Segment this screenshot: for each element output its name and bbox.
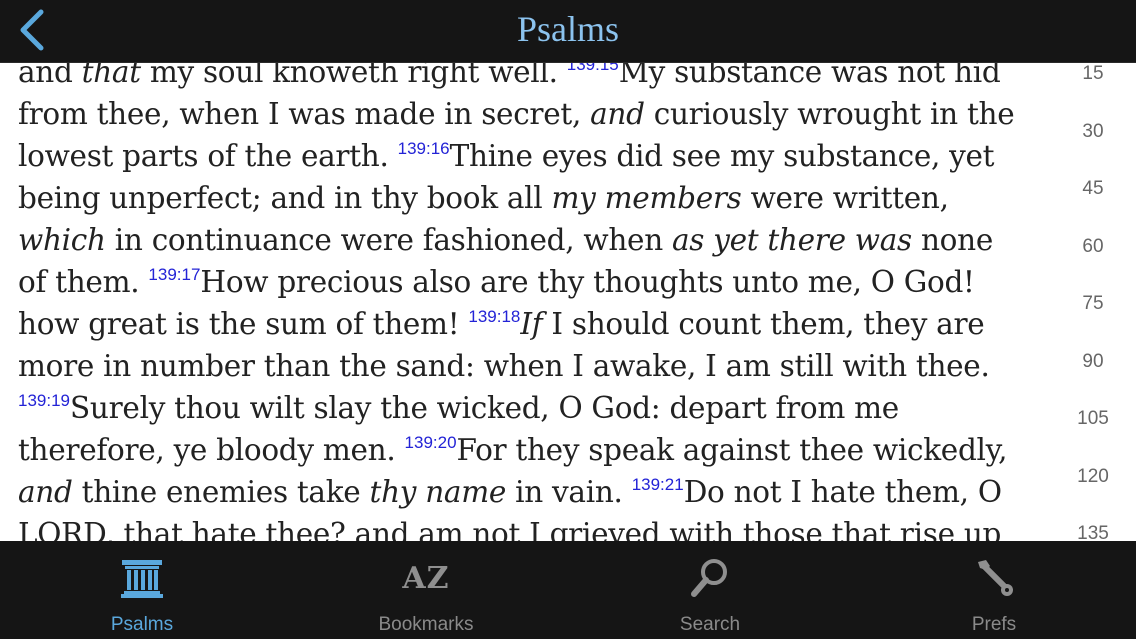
text-line: LORD, that hate thee? and am not I griev… <box>18 517 1001 541</box>
text-line: of them. 139:17How precious also are thy… <box>18 265 975 299</box>
line-number: 135 <box>1077 523 1109 541</box>
verse-text: how great is the sum of them! <box>18 307 469 341</box>
verse-text: more in number than the sand: when I awa… <box>18 349 990 383</box>
verse-reference[interactable]: 139:16 <box>398 139 450 158</box>
az-icon: AZ <box>401 557 451 599</box>
verse-reference[interactable]: 139:19 <box>18 391 70 410</box>
verse-text: were written, <box>741 181 949 215</box>
verse-text: in continuance were fashioned, when <box>105 223 672 257</box>
text-line: from thee, when I was made in secret, an… <box>18 97 1015 131</box>
line-number: 120 <box>1077 465 1109 487</box>
verse-text: in vain. <box>506 475 632 509</box>
verse-text: Thine eyes did see my substance, yet <box>449 139 995 173</box>
text-line: and that my soul knoweth right well. 139… <box>18 63 1001 89</box>
az-glyph: AZ <box>402 560 450 596</box>
line-number: 90 <box>1082 350 1104 372</box>
verse-text: thine enemies take <box>72 475 370 509</box>
magnifier-icon <box>685 557 735 599</box>
tab-prefs[interactable]: Prefs <box>852 541 1136 639</box>
text-line: and thine enemies take thy name in vain.… <box>18 475 1002 509</box>
text-line: how great is the sum of them! 139:18If I… <box>18 307 985 341</box>
text-line: therefore, ye bloody men. 139:20For they… <box>18 433 1008 467</box>
text-line: which in continuance were fashioned, whe… <box>18 223 993 257</box>
text-line: 139:19Surely thou wilt slay the wicked, … <box>18 391 899 425</box>
verse-text: LORD, that hate thee? and am not I griev… <box>18 517 1002 541</box>
verse-text: For they speak against thee wickedly, <box>456 433 1008 467</box>
verse-text: lowest parts of the earth. <box>18 139 398 173</box>
verse-text: my soul knoweth right well. <box>140 63 567 89</box>
text-line: more in number than the sand: when I awa… <box>18 349 990 383</box>
verse-text: therefore, ye bloody men. <box>18 433 405 467</box>
italic-text: as yet there was <box>672 223 912 257</box>
tab-label: Bookmarks <box>378 614 474 635</box>
verse-text: My substance was not hid <box>618 63 1001 89</box>
wrench-icon <box>969 557 1019 599</box>
page-title: Psalms <box>516 9 620 49</box>
verse-reference[interactable]: 139:20 <box>405 433 457 452</box>
tab-search[interactable]: Search <box>568 541 852 639</box>
line-number: 105 <box>1077 408 1109 429</box>
line-number: 60 <box>1082 235 1104 257</box>
verse-text: curiously wrought in the <box>644 97 1015 131</box>
italic-text: my members <box>551 181 742 215</box>
verse-reference[interactable]: 139:21 <box>632 475 684 494</box>
tab-psalms[interactable]: Psalms <box>0 541 284 639</box>
verse-reference[interactable]: 139:15 <box>567 63 619 74</box>
scripture-text-view[interactable]: and that my soul knoweth right well. 139… <box>0 63 1136 541</box>
line-number: 45 <box>1082 178 1104 199</box>
text-line: being unperfect; and in thy book all my … <box>18 181 949 215</box>
verse-text: How precious also are thy thoughts unto … <box>200 265 975 299</box>
italic-text: which <box>18 223 106 257</box>
italic-text: that <box>81 63 141 89</box>
italic-text: and <box>18 475 73 509</box>
verse-text: Do not I hate them, O <box>683 475 1002 509</box>
tab-label: Search <box>679 614 741 635</box>
verse-text: from thee, when I was made in secret, <box>18 97 591 131</box>
columns-icon <box>117 557 167 599</box>
verse-text: being unperfect; and in thy book all <box>18 181 552 215</box>
tab-bar: Psalms AZ Bookmarks Search Prefs <box>0 541 1136 639</box>
navigation-bar: Psalms <box>0 0 1136 63</box>
verse-text: and <box>18 63 82 89</box>
italic-text: If <box>520 307 543 341</box>
italic-text: and <box>590 97 645 131</box>
verse-text: of them. <box>18 265 149 299</box>
verse-text: I should count them, they are <box>542 307 985 341</box>
text-line: lowest parts of the earth. 139:16Thine e… <box>18 139 995 173</box>
line-number: 75 <box>1082 293 1104 314</box>
tab-label: Psalms <box>110 614 174 635</box>
tab-label: Prefs <box>971 614 1017 635</box>
verse-reference[interactable]: 139:17 <box>148 265 200 284</box>
tab-bookmarks[interactable]: AZ Bookmarks <box>284 541 568 639</box>
line-number: 30 <box>1082 120 1104 142</box>
verse-reference[interactable]: 139:18 <box>468 307 520 326</box>
verse-text: none <box>911 223 993 257</box>
line-number: 15 <box>1082 63 1104 84</box>
italic-text: thy name <box>369 475 507 509</box>
verse-text: Surely thou wilt slay the wicked, O God:… <box>70 391 899 425</box>
